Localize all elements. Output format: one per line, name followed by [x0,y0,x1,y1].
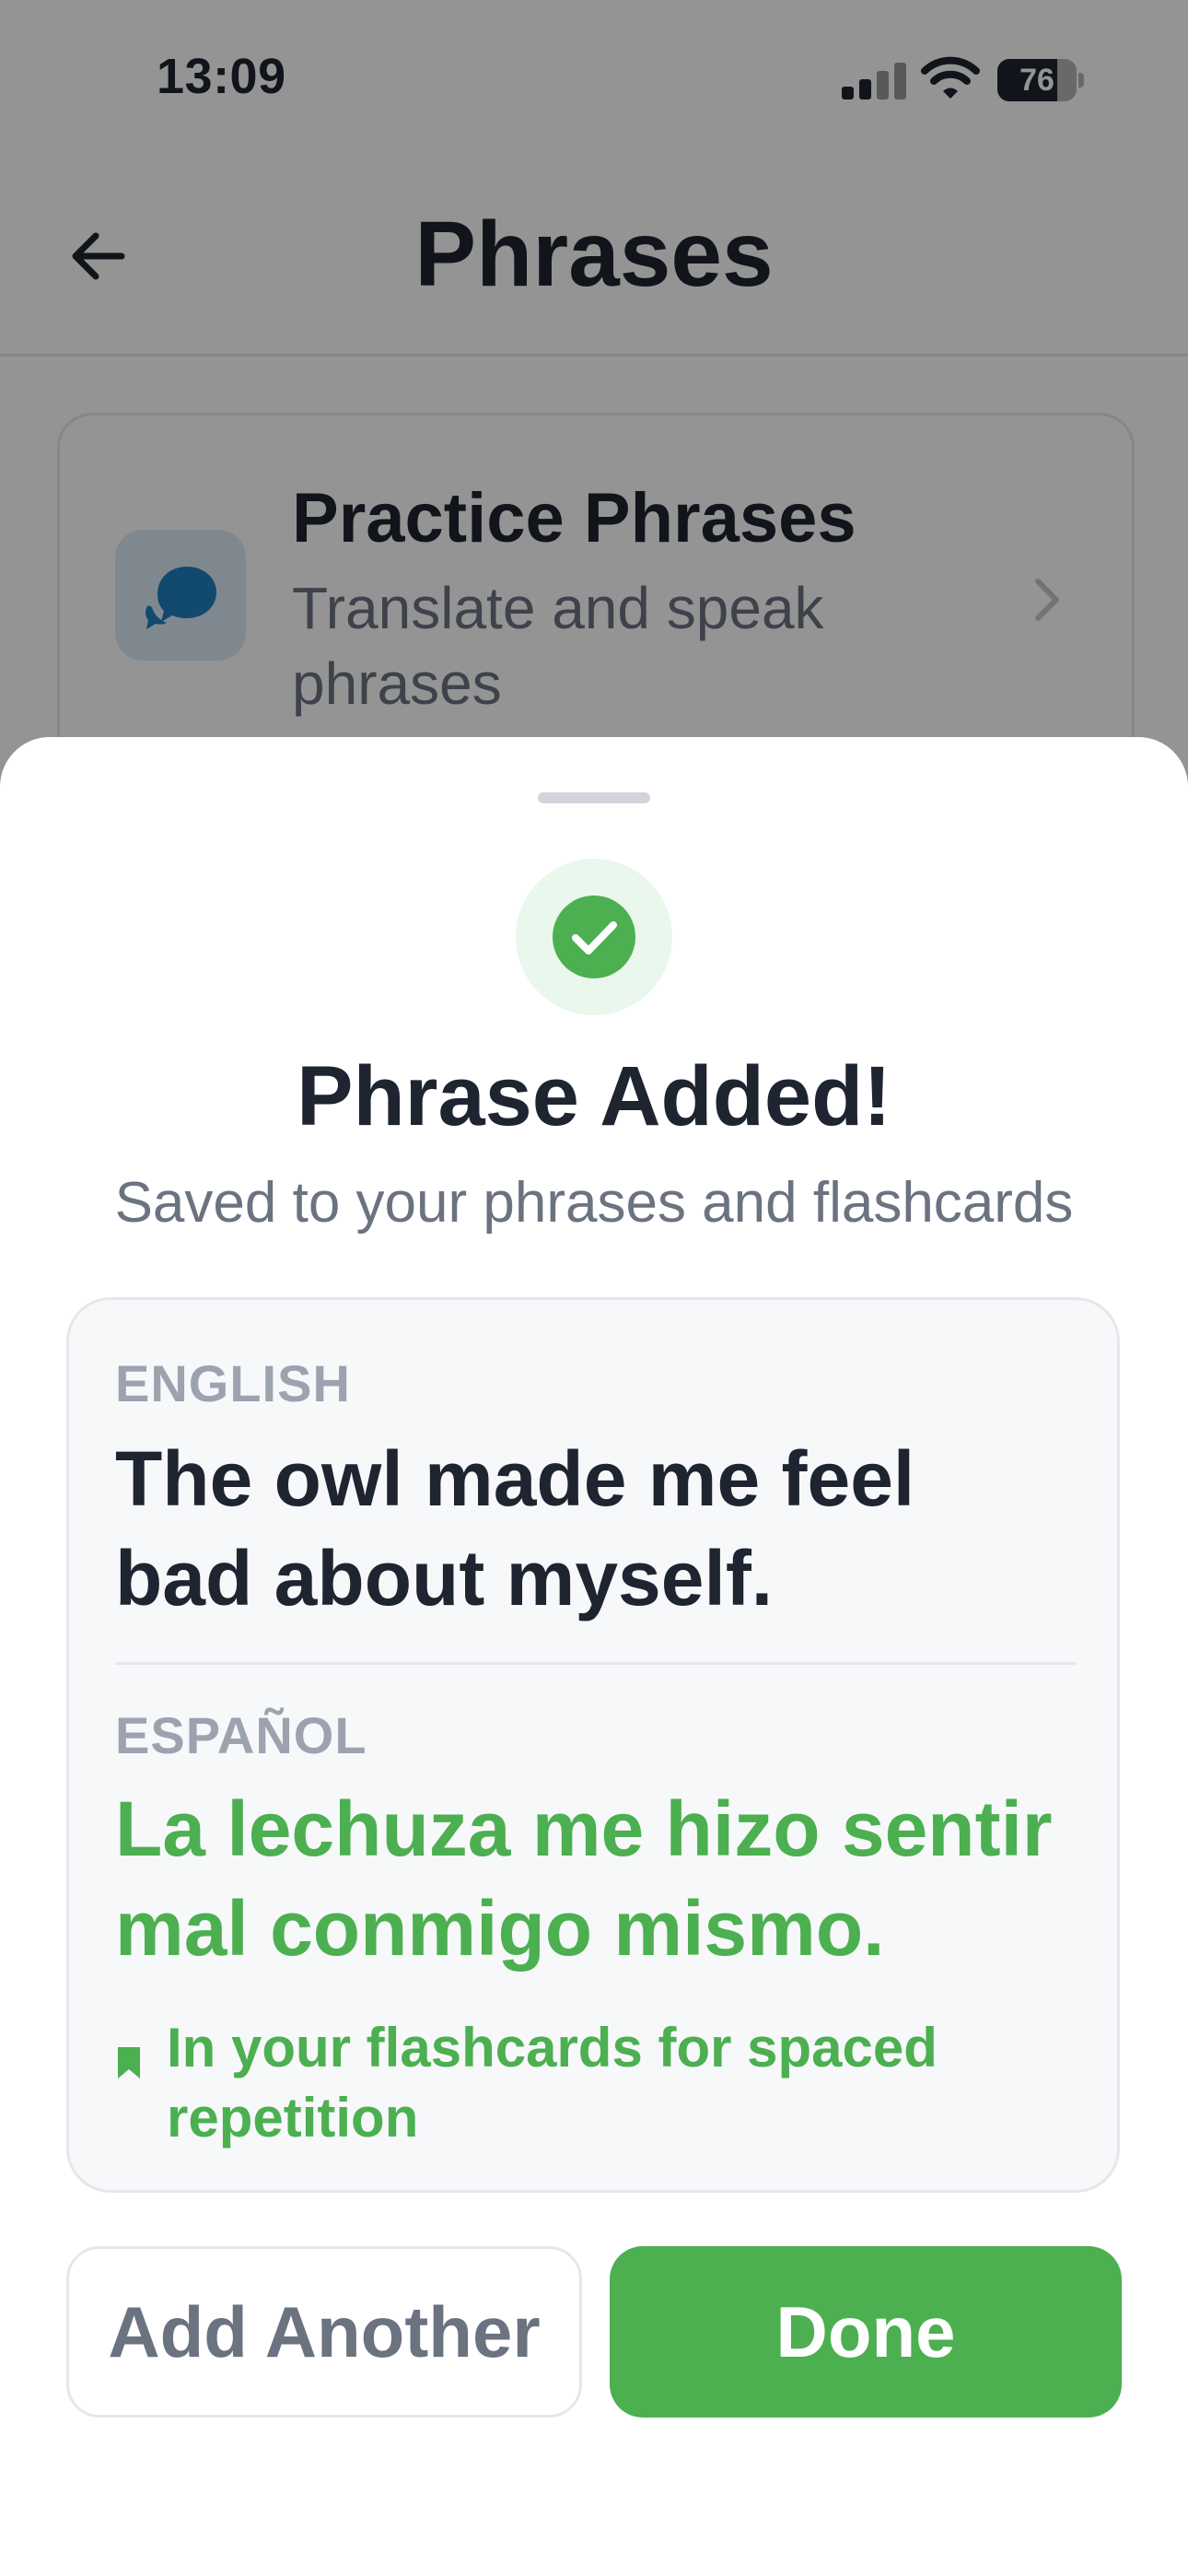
flashcard-note-text: In your flashcards for spaced repetition [167,2017,938,2149]
sheet-subtitle: Saved to your phrases and flashcards [114,1171,1074,1235]
sheet-title: Phrase Added! [297,1049,891,1143]
spanish-label: ESPAÑOL [115,1706,367,1764]
phrase-card: ENGLISH The owl made me feel bad about m… [66,1297,1120,2193]
card-divider [115,1662,1077,1665]
bookmark-icon [118,2047,140,2078]
phrase-added-sheet: Phrase Added! Saved to your phrases and … [0,737,1188,2576]
add-another-button[interactable]: Add Another [66,2246,582,2418]
done-button[interactable]: Done [610,2246,1122,2418]
success-badge [516,859,672,1015]
english-phrase: The owl made me feel bad about myself. [115,1435,915,1622]
check-circle-icon [572,921,617,954]
spanish-phrase: La lechuza me hizo sentir mal conmigo mi… [115,1786,1053,1972]
english-label: ENGLISH [115,1354,351,1412]
sheet-grabber[interactable] [538,792,650,803]
